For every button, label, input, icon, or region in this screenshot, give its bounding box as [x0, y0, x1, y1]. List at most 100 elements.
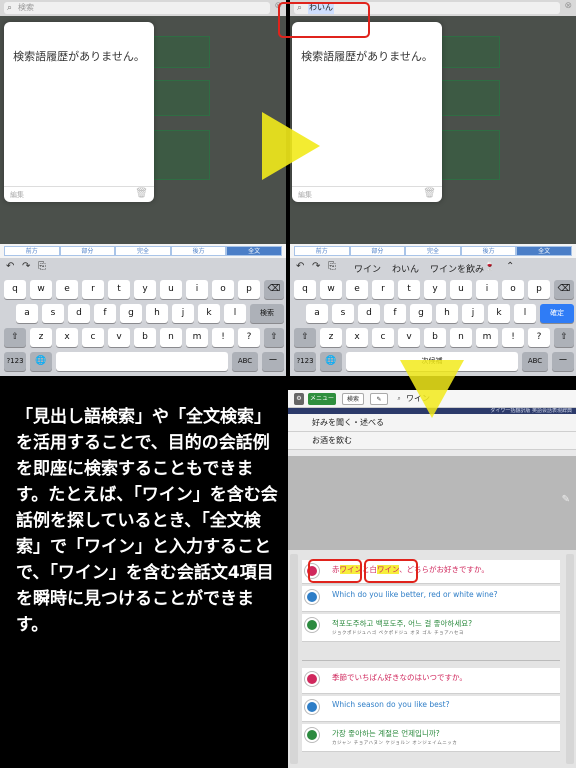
- paste-icon[interactable]: ⎘: [328, 261, 336, 272]
- dash-key[interactable]: ー: [262, 352, 284, 371]
- phrase-row[interactable]: 季節でいちばん好きなのはいつですか。: [302, 668, 560, 694]
- key[interactable]: g: [410, 304, 432, 323]
- key[interactable]: g: [120, 304, 142, 323]
- key[interactable]: x: [346, 328, 368, 347]
- key[interactable]: ?: [528, 328, 550, 347]
- key[interactable]: o: [212, 280, 234, 299]
- menu-button[interactable]: メニュー: [308, 393, 336, 405]
- key[interactable]: z: [30, 328, 52, 347]
- play-audio-icon[interactable]: [305, 700, 319, 714]
- key[interactable]: p: [528, 280, 550, 299]
- abc-key[interactable]: ABC: [522, 352, 548, 371]
- key[interactable]: c: [372, 328, 394, 347]
- key[interactable]: z: [320, 328, 342, 347]
- candidate-word[interactable]: ワインを飲み: [430, 262, 484, 275]
- key[interactable]: k: [488, 304, 510, 323]
- backspace-icon[interactable]: ⌫: [554, 280, 574, 299]
- numbers-key[interactable]: ?123: [294, 352, 316, 371]
- scope-tab-partial[interactable]: 部分: [349, 246, 406, 256]
- key[interactable]: t: [108, 280, 130, 299]
- key[interactable]: m: [476, 328, 498, 347]
- key[interactable]: m: [186, 328, 208, 347]
- key[interactable]: r: [82, 280, 104, 299]
- gear-icon[interactable]: ⚙: [294, 393, 304, 405]
- key[interactable]: j: [462, 304, 484, 323]
- numbers-key[interactable]: ?123: [4, 352, 26, 371]
- search-input[interactable]: ⌕ 検索: [4, 2, 270, 14]
- scope-tab-backward[interactable]: 後方: [460, 246, 517, 256]
- key[interactable]: y: [134, 280, 156, 299]
- key[interactable]: e: [56, 280, 78, 299]
- scope-tab-backward[interactable]: 後方: [170, 246, 227, 256]
- key[interactable]: ?: [238, 328, 260, 347]
- trash-icon[interactable]: 🗑: [135, 188, 148, 199]
- key[interactable]: s: [42, 304, 64, 323]
- scope-tab-exact[interactable]: 完全: [115, 246, 171, 256]
- key[interactable]: h: [146, 304, 168, 323]
- pencil-icon[interactable]: ✎: [562, 494, 570, 505]
- scope-tab-fulltext[interactable]: 全文: [226, 246, 282, 256]
- key[interactable]: e: [346, 280, 368, 299]
- key[interactable]: h: [436, 304, 458, 323]
- return-key[interactable]: 検索: [250, 304, 284, 323]
- play-audio-icon[interactable]: [305, 728, 319, 742]
- redo-icon[interactable]: ↷: [312, 261, 320, 272]
- play-audio-icon[interactable]: [305, 618, 319, 632]
- phrase-row[interactable]: Which do you like better, red or white w…: [302, 586, 560, 612]
- backspace-icon[interactable]: ⌫: [264, 280, 284, 299]
- key[interactable]: !: [212, 328, 234, 347]
- paste-icon[interactable]: ⎘: [38, 261, 46, 272]
- key[interactable]: a: [306, 304, 328, 323]
- scope-tab-forward[interactable]: 前方: [4, 246, 60, 256]
- key[interactable]: l: [224, 304, 246, 323]
- key[interactable]: w: [30, 280, 52, 299]
- candidate-word[interactable]: 🍷: [484, 262, 495, 272]
- search-button[interactable]: 検索: [342, 393, 364, 405]
- globe-icon[interactable]: 🌐: [320, 352, 342, 371]
- chevron-up-icon[interactable]: ⌃: [506, 261, 514, 272]
- shift-icon[interactable]: ⇧: [264, 328, 284, 347]
- key[interactable]: v: [398, 328, 420, 347]
- key[interactable]: q: [4, 280, 26, 299]
- play-audio-icon[interactable]: [305, 672, 319, 686]
- result-category[interactable]: お酒を飲む: [288, 432, 576, 450]
- pencil-icon[interactable]: ✎: [370, 393, 388, 405]
- key[interactable]: i: [186, 280, 208, 299]
- key[interactable]: x: [56, 328, 78, 347]
- key[interactable]: b: [424, 328, 446, 347]
- history-edit-button[interactable]: 編集: [10, 190, 24, 200]
- key[interactable]: a: [16, 304, 38, 323]
- dash-key[interactable]: ー: [552, 352, 574, 371]
- clear-icon[interactable]: ⊗: [564, 1, 572, 11]
- candidate-word[interactable]: ワイン: [354, 262, 381, 275]
- confirm-key[interactable]: 確定: [540, 304, 574, 323]
- key[interactable]: q: [294, 280, 316, 299]
- key[interactable]: v: [108, 328, 130, 347]
- phrase-row[interactable]: 적포도주하고 백포도주, 어느 걸 좋아하세요? ジョクポドジュハゴ ペクポドジ…: [302, 614, 560, 642]
- trash-icon[interactable]: 🗑: [423, 188, 436, 199]
- shift-icon[interactable]: ⇧: [4, 328, 26, 347]
- globe-icon[interactable]: 🌐: [30, 352, 52, 371]
- key[interactable]: d: [358, 304, 380, 323]
- key[interactable]: k: [198, 304, 220, 323]
- key[interactable]: !: [502, 328, 524, 347]
- undo-icon[interactable]: ↶: [6, 261, 14, 272]
- key[interactable]: f: [94, 304, 116, 323]
- key[interactable]: r: [372, 280, 394, 299]
- key[interactable]: b: [134, 328, 156, 347]
- key[interactable]: c: [82, 328, 104, 347]
- key[interactable]: f: [384, 304, 406, 323]
- shift-icon[interactable]: ⇧: [554, 328, 574, 347]
- scope-tab-exact[interactable]: 完全: [405, 246, 461, 256]
- key[interactable]: p: [238, 280, 260, 299]
- candidate-word[interactable]: わいん: [392, 262, 419, 275]
- key[interactable]: w: [320, 280, 342, 299]
- key[interactable]: i: [476, 280, 498, 299]
- key[interactable]: u: [160, 280, 182, 299]
- key[interactable]: d: [68, 304, 90, 323]
- abc-key[interactable]: ABC: [232, 352, 258, 371]
- phrase-row[interactable]: Which season do you like best?: [302, 696, 560, 722]
- key[interactable]: t: [398, 280, 420, 299]
- undo-icon[interactable]: ↶: [296, 261, 304, 272]
- key[interactable]: n: [160, 328, 182, 347]
